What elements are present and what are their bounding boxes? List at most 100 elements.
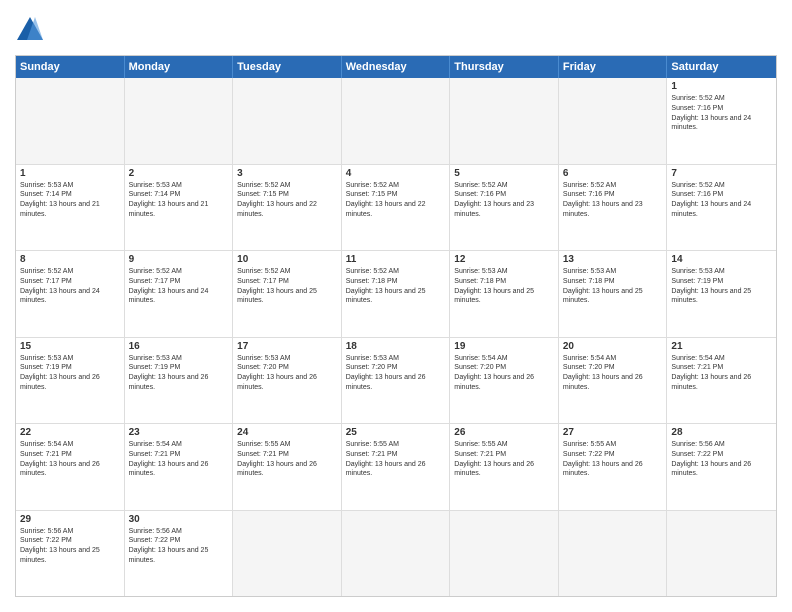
- cell-info: Sunrise: 5:56 AMSunset: 7:22 PMDaylight:…: [671, 440, 772, 479]
- calendar-header-cell: Wednesday: [342, 56, 451, 78]
- logo: [15, 15, 49, 45]
- calendar-header-cell: Friday: [559, 56, 668, 78]
- cell-info: Sunrise: 5:52 AMSunset: 7:18 PMDaylight:…: [346, 267, 446, 306]
- day-number: 10: [237, 254, 337, 265]
- calendar-cell: 12 Sunrise: 5:53 AMSunset: 7:18 PMDayligh…: [450, 251, 559, 337]
- cell-info: Sunrise: 5:53 AMSunset: 7:18 PMDaylight:…: [454, 267, 554, 306]
- calendar-cell: [342, 511, 451, 597]
- day-number: 5: [454, 168, 554, 179]
- cell-info: Sunrise: 5:52 AMSunset: 7:15 PMDaylight:…: [346, 181, 446, 220]
- calendar-cell: 9 Sunrise: 5:52 AMSunset: 7:17 PMDaylight…: [125, 251, 234, 337]
- calendar-row: 8 Sunrise: 5:52 AMSunset: 7:17 PMDaylight…: [16, 251, 776, 338]
- calendar-cell: [559, 511, 668, 597]
- cell-info: Sunrise: 5:56 AMSunset: 7:22 PMDaylight:…: [20, 527, 120, 566]
- calendar-cell: [233, 511, 342, 597]
- calendar-cell: 2Sunrise: 5:53 AMSunset: 7:14 PMDaylight…: [125, 165, 234, 251]
- day-number: 8: [20, 254, 120, 265]
- cell-info: Sunrise: 5:54 AMSunset: 7:20 PMDaylight:…: [454, 354, 554, 393]
- day-number: 16: [129, 341, 229, 352]
- day-number: 2: [129, 168, 229, 179]
- day-number: 9: [129, 254, 229, 265]
- cell-info: Sunrise: 5:52 AMSunset: 7:16 PMDaylight:…: [454, 181, 554, 220]
- cell-info: Sunrise: 5:53 AMSunset: 7:20 PMDaylight:…: [237, 354, 337, 393]
- calendar-cell: [233, 78, 342, 164]
- day-number: 22: [20, 427, 120, 438]
- day-number: 4: [346, 168, 446, 179]
- day-number: 26: [454, 427, 554, 438]
- calendar-cell: [450, 78, 559, 164]
- calendar-cell: 7Sunrise: 5:52 AMSunset: 7:16 PMDaylight…: [667, 165, 776, 251]
- calendar-row: 1Sunrise: 5:53 AMSunset: 7:14 PMDaylight…: [16, 165, 776, 252]
- calendar-cell: 21 Sunrise: 5:54 AMSunset: 7:21 PMDayligh…: [667, 338, 776, 424]
- calendar-cell: 11 Sunrise: 5:52 AMSunset: 7:18 PMDayligh…: [342, 251, 451, 337]
- cell-info: Sunrise: 5:52 AMSunset: 7:17 PMDaylight:…: [129, 267, 229, 306]
- calendar-cell: 3 Sunrise: 5:52 AMSunset: 7:15 PMDaylight…: [233, 165, 342, 251]
- day-number: 3: [237, 168, 337, 179]
- cell-info: Sunrise: 5:52 AMSunset: 7:16 PMDaylight:…: [671, 94, 772, 133]
- cell-info: Sunrise: 5:55 AMSunset: 7:21 PMDaylight:…: [346, 440, 446, 479]
- calendar-cell: 30 Sunrise: 5:56 AMSunset: 7:22 PMDayligh…: [125, 511, 234, 597]
- calendar-cell: 1 Sunrise: 5:52 AMSunset: 7:16 PMDaylight…: [667, 78, 776, 164]
- calendar-body: 1 Sunrise: 5:52 AMSunset: 7:16 PMDaylight…: [16, 78, 776, 596]
- cell-info: Sunrise: 5:54 AMSunset: 7:21 PMDaylight:…: [129, 440, 229, 479]
- calendar-cell: 22 Sunrise: 5:54 AMSunset: 7:21 PMDayligh…: [16, 424, 125, 510]
- calendar-cell: 8 Sunrise: 5:52 AMSunset: 7:17 PMDaylight…: [16, 251, 125, 337]
- cell-info: Sunrise: 5:52 AMSunset: 7:17 PMDaylight:…: [237, 267, 337, 306]
- calendar-cell: 28 Sunrise: 5:56 AMSunset: 7:22 PMDayligh…: [667, 424, 776, 510]
- calendar-cell: 19 Sunrise: 5:54 AMSunset: 7:20 PMDayligh…: [450, 338, 559, 424]
- day-number: 19: [454, 341, 554, 352]
- calendar-cell: [559, 78, 668, 164]
- calendar-cell: 29Sunrise: 5:56 AMSunset: 7:22 PMDayligh…: [16, 511, 125, 597]
- calendar-cell: 16 Sunrise: 5:53 AMSunset: 7:19 PMDayligh…: [125, 338, 234, 424]
- day-number: 30: [129, 514, 229, 525]
- day-number: 23: [129, 427, 229, 438]
- day-number: 28: [671, 427, 772, 438]
- cell-info: Sunrise: 5:52 AMSunset: 7:16 PMDaylight:…: [671, 181, 772, 220]
- day-number: 14: [671, 254, 772, 265]
- calendar: SundayMondayTuesdayWednesdayThursdayFrid…: [15, 55, 777, 597]
- cell-info: Sunrise: 5:54 AMSunset: 7:21 PMDaylight:…: [20, 440, 120, 479]
- cell-info: Sunrise: 5:55 AMSunset: 7:21 PMDaylight:…: [237, 440, 337, 479]
- calendar-cell: 18 Sunrise: 5:53 AMSunset: 7:20 PMDayligh…: [342, 338, 451, 424]
- calendar-header-cell: Tuesday: [233, 56, 342, 78]
- calendar-row: 29Sunrise: 5:56 AMSunset: 7:22 PMDayligh…: [16, 511, 776, 597]
- day-number: 24: [237, 427, 337, 438]
- cell-info: Sunrise: 5:56 AMSunset: 7:22 PMDaylight:…: [129, 527, 229, 566]
- calendar-cell: 20Sunrise: 5:54 AMSunset: 7:20 PMDayligh…: [559, 338, 668, 424]
- cell-info: Sunrise: 5:53 AMSunset: 7:19 PMDaylight:…: [671, 267, 772, 306]
- day-number: 20: [563, 341, 663, 352]
- calendar-cell: 13Sunrise: 5:53 AMSunset: 7:18 PMDayligh…: [559, 251, 668, 337]
- day-number: 11: [346, 254, 446, 265]
- calendar-header: SundayMondayTuesdayWednesdayThursdayFrid…: [16, 56, 776, 78]
- day-number: 18: [346, 341, 446, 352]
- cell-info: Sunrise: 5:55 AMSunset: 7:22 PMDaylight:…: [563, 440, 663, 479]
- day-number: 25: [346, 427, 446, 438]
- day-number: 17: [237, 341, 337, 352]
- calendar-header-cell: Monday: [125, 56, 234, 78]
- calendar-header-cell: Sunday: [16, 56, 125, 78]
- day-number: 21: [671, 341, 772, 352]
- day-number: 12: [454, 254, 554, 265]
- cell-info: Sunrise: 5:53 AMSunset: 7:19 PMDaylight:…: [129, 354, 229, 393]
- calendar-cell: 4 Sunrise: 5:52 AMSunset: 7:15 PMDaylight…: [342, 165, 451, 251]
- calendar-header-cell: Thursday: [450, 56, 559, 78]
- cell-info: Sunrise: 5:52 AMSunset: 7:17 PMDaylight:…: [20, 267, 120, 306]
- cell-info: Sunrise: 5:53 AMSunset: 7:14 PMDaylight:…: [20, 181, 120, 220]
- calendar-cell: 10 Sunrise: 5:52 AMSunset: 7:17 PMDayligh…: [233, 251, 342, 337]
- day-number: 1: [671, 81, 772, 92]
- day-number: 27: [563, 427, 663, 438]
- calendar-cell: 5 Sunrise: 5:52 AMSunset: 7:16 PMDaylight…: [450, 165, 559, 251]
- calendar-cell: 14 Sunrise: 5:53 AMSunset: 7:19 PMDayligh…: [667, 251, 776, 337]
- cell-info: Sunrise: 5:53 AMSunset: 7:20 PMDaylight:…: [346, 354, 446, 393]
- calendar-cell: 25 Sunrise: 5:55 AMSunset: 7:21 PMDayligh…: [342, 424, 451, 510]
- calendar-cell: 26Sunrise: 5:55 AMSunset: 7:21 PMDayligh…: [450, 424, 559, 510]
- cell-info: Sunrise: 5:52 AMSunset: 7:15 PMDaylight:…: [237, 181, 337, 220]
- day-number: 15: [20, 341, 120, 352]
- logo-icon: [15, 15, 45, 45]
- cell-info: Sunrise: 5:54 AMSunset: 7:21 PMDaylight:…: [671, 354, 772, 393]
- calendar-cell: [342, 78, 451, 164]
- calendar-cell: [16, 78, 125, 164]
- calendar-cell: 15Sunrise: 5:53 AMSunset: 7:19 PMDayligh…: [16, 338, 125, 424]
- day-number: 6: [563, 168, 663, 179]
- calendar-cell: [450, 511, 559, 597]
